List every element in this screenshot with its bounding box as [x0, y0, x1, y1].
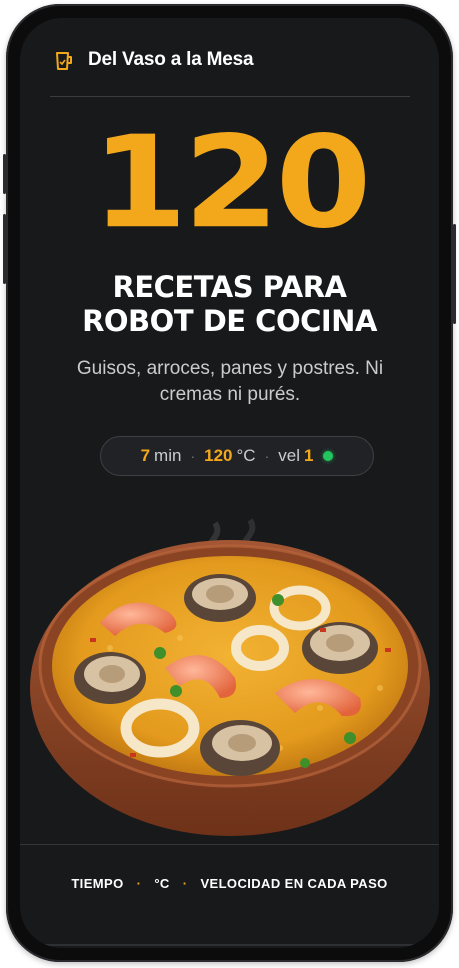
clam [74, 652, 146, 704]
clam [302, 622, 378, 674]
subtitle: Guisos, arroces, panes y postres. Ni cre… [76, 358, 384, 405]
clam [200, 720, 280, 776]
headline-line-1: RECETAS PARA [112, 270, 347, 304]
pill-separator: · [264, 448, 270, 464]
app-header: Del Vaso a la Mesa [20, 18, 439, 96]
feature-temperature: °C [154, 876, 170, 891]
phone-power-button [453, 224, 456, 324]
time-unit: min [154, 446, 182, 465]
green-dot-icon [323, 451, 334, 461]
speed-value: 1 [303, 446, 314, 465]
phone-frame: Del Vaso a la Mesa 120 RECETAS PARA ROBO… [3, 4, 456, 962]
temp-unit: °C [236, 446, 256, 465]
pill-separator: · [190, 448, 196, 464]
jug-icon [56, 52, 72, 70]
header-divider [50, 96, 410, 97]
clam [184, 574, 256, 622]
headline-line-2: ROBOT DE COCINA [82, 304, 377, 338]
feature-separator: · [182, 876, 188, 891]
time-value: 7 [140, 446, 151, 465]
feature-speed: VELOCIDAD EN CADA PASO [200, 876, 388, 891]
brand-name[interactable]: Del Vaso a la Mesa [88, 49, 254, 71]
footer-features: TIEMPO · °C · VELOCIDAD EN CADA PASO [20, 876, 439, 891]
paella-dish-image [20, 518, 439, 838]
home-indicator [34, 944, 425, 946]
paella-illustration [30, 518, 430, 836]
app-screen: Del Vaso a la Mesa 120 RECETAS PARA ROBO… [20, 18, 439, 948]
phone-volume-button [3, 214, 6, 284]
settings-pill: 7 min · 120 °C · vel 1 [100, 436, 374, 476]
footer-divider [20, 844, 439, 845]
speed-label: vel [278, 446, 300, 465]
phone-side-button [3, 154, 6, 194]
feature-time: TIEMPO [71, 876, 124, 891]
feature-separator: · [136, 876, 142, 891]
headline: RECETAS PARA ROBOT DE COCINA [20, 270, 439, 338]
recipe-count: 120 [91, 108, 371, 257]
temp-value: 120 [204, 446, 233, 465]
